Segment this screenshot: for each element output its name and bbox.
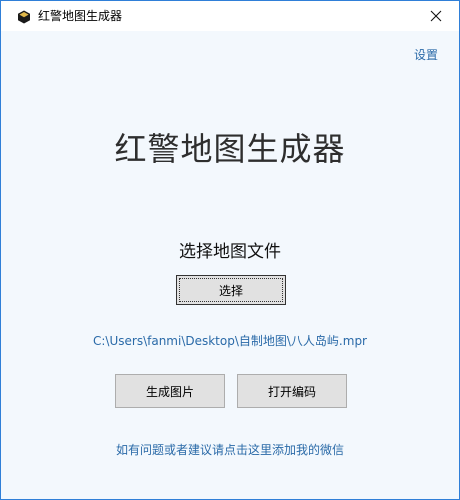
hexagon-app-icon (17, 9, 31, 24)
main-panel: 设置 红警地图生成器 选择地图文件 选择 C:\Users\fanmi\Desk… (1, 31, 459, 499)
select-map-label: 选择地图文件 (179, 242, 281, 262)
window-title: 红警地图生成器 (38, 9, 123, 23)
close-icon (430, 7, 442, 26)
selected-file-path[interactable]: C:\Users\fanmi\Desktop\自制地图\八人岛屿.mpr (1, 332, 459, 349)
generate-image-button[interactable]: 生成图片 (115, 374, 225, 408)
close-button[interactable] (413, 1, 459, 31)
app-window: 红警地图生成器 设置 红警地图生成器 选择地图文件 选择 C:\Users\fa… (0, 0, 460, 500)
title-bar[interactable]: 红警地图生成器 (1, 1, 459, 31)
open-code-button[interactable]: 打开编码 (237, 374, 347, 408)
select-file-button[interactable]: 选择 (176, 275, 286, 305)
settings-link[interactable]: 设置 (414, 46, 438, 63)
page-title: 红警地图生成器 (114, 130, 346, 168)
feedback-link[interactable]: 如有问题或者建议请点击这里添加我的微信 (1, 441, 459, 458)
